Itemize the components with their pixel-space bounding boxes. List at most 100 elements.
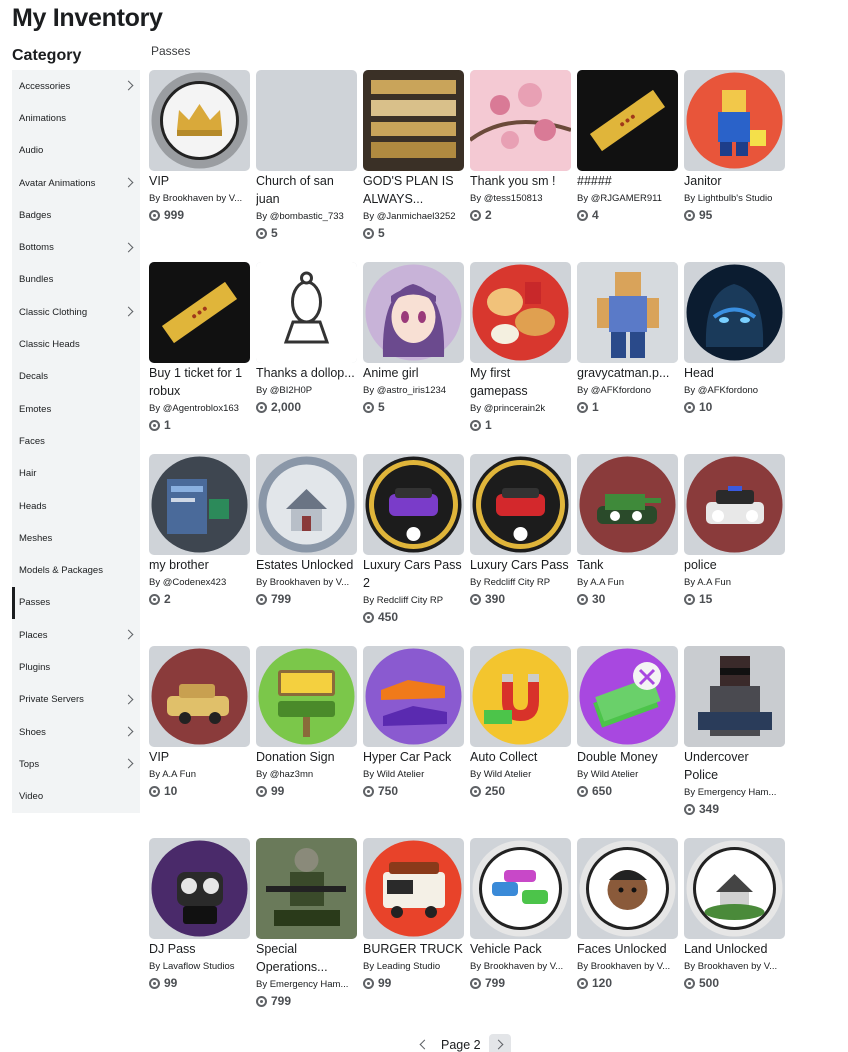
item-creator[interactable]: By Redcliff City RP: [470, 576, 571, 589]
item-name[interactable]: Land Unlocked: [684, 940, 785, 958]
item-name[interactable]: Anime girl: [363, 364, 464, 382]
next-page-button[interactable]: [488, 1034, 511, 1052]
sidebar-item-hair[interactable]: Hair: [12, 458, 140, 490]
sidebar-item-video[interactable]: Video: [12, 781, 140, 813]
janitor-icon[interactable]: [684, 70, 785, 171]
sidebar-item-shoes[interactable]: Shoes: [12, 716, 140, 748]
crown-icon[interactable]: [149, 70, 250, 171]
pass-item-card[interactable]: VIP By Brookhaven by V... 999: [149, 70, 250, 222]
item-name[interactable]: Luxury Cars Pass 2: [363, 556, 464, 592]
item-name[interactable]: Undercover Police: [684, 748, 785, 784]
pass-item-card[interactable]: Land Unlocked By Brookhaven by V... 500: [684, 838, 785, 990]
item-creator[interactable]: By Brookhaven by V...: [577, 960, 678, 973]
pass-item-card[interactable]: Thanks a dollop... By @BI2H0P 2,000: [256, 262, 357, 414]
dj-icon[interactable]: [149, 838, 250, 939]
text-art-icon[interactable]: [363, 70, 464, 171]
item-name[interactable]: Special Operations...: [256, 940, 357, 976]
ticket-icon[interactable]: [577, 70, 678, 171]
truck-icon[interactable]: [363, 838, 464, 939]
soldier-icon[interactable]: [256, 838, 357, 939]
hypercar-icon[interactable]: [363, 646, 464, 747]
item-creator[interactable]: By Wild Atelier: [363, 768, 464, 781]
pass-item-card[interactable]: Tank By A.A Fun 30: [577, 454, 678, 606]
money-x2-icon[interactable]: [577, 646, 678, 747]
pass-item-card[interactable]: Thank you sm ! By @tess150813 2: [470, 70, 571, 222]
pass-item-card[interactable]: Estates Unlocked By Brookhaven by V... 799: [256, 454, 357, 606]
pass-item-card[interactable]: DJ Pass By Lavaflow Studios 99: [149, 838, 250, 990]
car-red-icon[interactable]: [470, 454, 571, 555]
sidebar-item-models-packages[interactable]: Models & Packages: [12, 554, 140, 586]
sidebar-item-accessories[interactable]: Accessories: [12, 70, 140, 102]
food-icon[interactable]: [470, 262, 571, 363]
item-name[interactable]: VIP: [149, 748, 250, 766]
item-name[interactable]: police: [684, 556, 785, 574]
sidebar-item-passes[interactable]: Passes: [12, 586, 140, 620]
item-name[interactable]: BURGER TRUCK: [363, 940, 464, 958]
land-icon[interactable]: [684, 838, 785, 939]
sidebar-item-places[interactable]: Places: [12, 619, 140, 651]
item-creator[interactable]: By @astro_iris1234: [363, 384, 464, 397]
item-creator[interactable]: By A.A Fun: [577, 576, 678, 589]
item-name[interactable]: GOD'S PLAN IS ALWAYS...: [363, 172, 464, 208]
item-creator[interactable]: By @Agentroblox163: [149, 402, 250, 415]
item-thumbnail[interactable]: [256, 70, 357, 171]
bishop-icon[interactable]: [256, 262, 357, 363]
pass-item-card[interactable]: My first gamepass By @princerain2k 1: [470, 262, 571, 432]
head-icon[interactable]: [684, 262, 785, 363]
anime-icon[interactable]: [363, 262, 464, 363]
pass-item-card[interactable]: Luxury Cars Pass 2 By Redcliff City RP 450: [363, 454, 464, 624]
item-name[interactable]: #####: [577, 172, 678, 190]
sidebar-item-bottoms[interactable]: Bottoms: [12, 231, 140, 263]
item-creator[interactable]: By Leading Studio: [363, 960, 464, 973]
car-purple-icon[interactable]: [363, 454, 464, 555]
undercover-icon[interactable]: [684, 646, 785, 747]
item-creator[interactable]: By Brookhaven by V...: [256, 576, 357, 589]
sidebar-item-faces[interactable]: Faces: [12, 425, 140, 457]
item-name[interactable]: Estates Unlocked: [256, 556, 357, 574]
pass-item-card[interactable]: Donation Sign By @haz3mn 99: [256, 646, 357, 798]
pass-item-card[interactable]: Luxury Cars Pass By Redcliff City RP 390: [470, 454, 571, 606]
item-creator[interactable]: By Redcliff City RP: [363, 594, 464, 607]
item-creator[interactable]: By @AFKfordono: [577, 384, 678, 397]
sidebar-item-avatar-animations[interactable]: Avatar Animations: [12, 167, 140, 199]
magnet-icon[interactable]: [470, 646, 571, 747]
item-creator[interactable]: By @princerain2k: [470, 402, 571, 415]
item-creator[interactable]: By A.A Fun: [149, 768, 250, 781]
item-creator[interactable]: By @RJGAMER911: [577, 192, 678, 205]
item-name[interactable]: Head: [684, 364, 785, 382]
pass-item-card[interactable]: Hyper Car Pack By Wild Atelier 750: [363, 646, 464, 798]
item-creator[interactable]: By Lightbulb's Studio: [684, 192, 785, 205]
sidebar-item-classic-clothing[interactable]: Classic Clothing: [12, 296, 140, 328]
sidebar-item-emotes[interactable]: Emotes: [12, 393, 140, 425]
item-creator[interactable]: By Wild Atelier: [470, 768, 571, 781]
pass-item-card[interactable]: Buy 1 ticket for 1 robux By @Agentroblox1…: [149, 262, 250, 432]
blossom-icon[interactable]: [470, 70, 571, 171]
item-creator[interactable]: By @bombastic_733: [256, 210, 357, 223]
item-creator[interactable]: By @AFKfordono: [684, 384, 785, 397]
pass-item-card[interactable]: police By A.A Fun 15: [684, 454, 785, 606]
pass-item-card[interactable]: gravycatman.p... By @AFKfordono 1: [577, 262, 678, 414]
sidebar-item-audio[interactable]: Audio: [12, 135, 140, 167]
sidebar-item-private-servers[interactable]: Private Servers: [12, 684, 140, 716]
avatar-icon[interactable]: [577, 262, 678, 363]
item-name[interactable]: Double Money: [577, 748, 678, 766]
sidebar-item-heads[interactable]: Heads: [12, 490, 140, 522]
pass-item-card[interactable]: BURGER TRUCK By Leading Studio 99: [363, 838, 464, 990]
item-name[interactable]: My first gamepass: [470, 364, 571, 400]
item-creator[interactable]: By Brookhaven by V...: [470, 960, 571, 973]
sign-icon[interactable]: [256, 646, 357, 747]
item-name[interactable]: Thanks a dollop...: [256, 364, 357, 382]
pass-item-card[interactable]: Church of san juan By @bombastic_733 5: [256, 70, 357, 240]
pass-item-card[interactable]: Double Money By Wild Atelier 650: [577, 646, 678, 798]
item-name[interactable]: Thank you sm !: [470, 172, 571, 190]
face-icon[interactable]: [577, 838, 678, 939]
sidebar-item-plugins[interactable]: Plugins: [12, 651, 140, 683]
pass-item-card[interactable]: Faces Unlocked By Brookhaven by V... 120: [577, 838, 678, 990]
pass-item-card[interactable]: Auto Collect By Wild Atelier 250: [470, 646, 571, 798]
item-name[interactable]: gravycatman.p...: [577, 364, 678, 382]
sidebar-item-classic-heads[interactable]: Classic Heads: [12, 328, 140, 360]
item-creator[interactable]: By Lavaflow Studios: [149, 960, 250, 973]
item-creator[interactable]: By Brookhaven by V...: [684, 960, 785, 973]
sidebar-item-bundles[interactable]: Bundles: [12, 264, 140, 296]
item-name[interactable]: VIP: [149, 172, 250, 190]
